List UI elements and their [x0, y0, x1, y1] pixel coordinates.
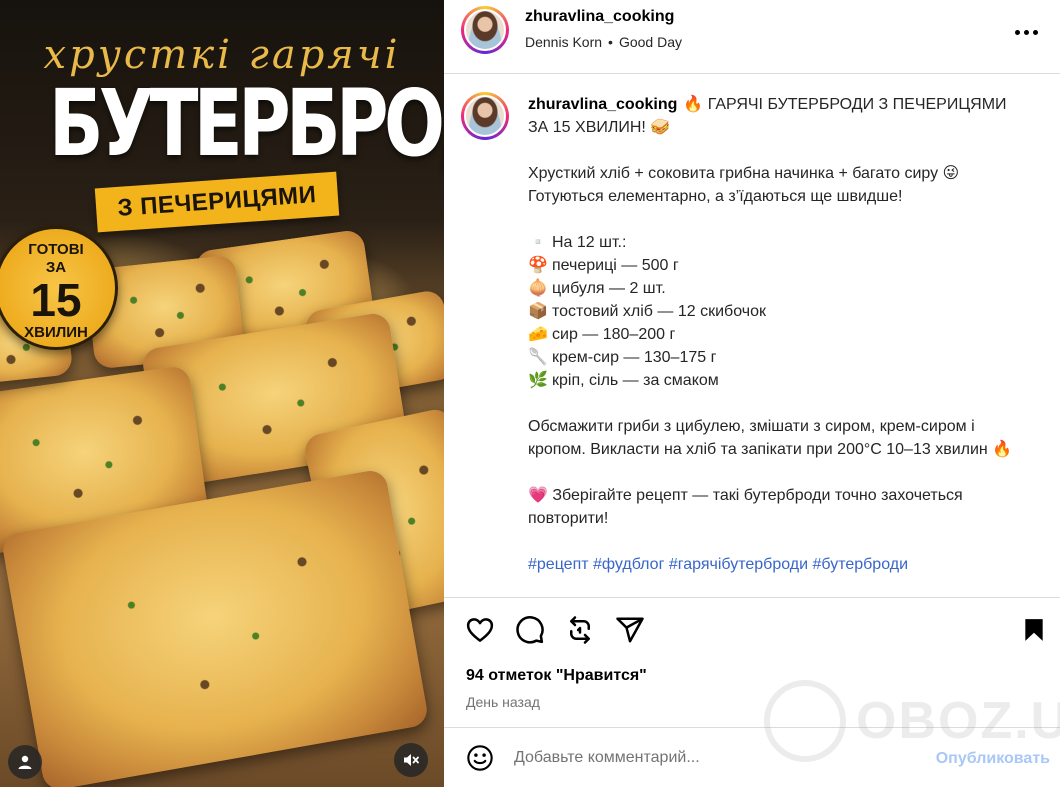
comment-icon[interactable] [515, 615, 545, 645]
caption-text: zhuravlina_cooking 🔥 ГАРЯЧІ БУТЕРБРОДИ З … [528, 93, 1028, 576]
mute-button[interactable] [394, 743, 428, 777]
caption-area: zhuravlina_cooking 🔥 ГАРЯЧІ БУТЕРБРОДИ З … [444, 74, 1060, 598]
heart-icon[interactable] [465, 615, 495, 645]
avatar[interactable] [461, 6, 509, 54]
box-icon: 📦 [528, 303, 548, 320]
ingredient-line: 🍄 печериці — 500 г [528, 254, 1028, 277]
ingredient-line: 🥄 крем-сир — 130–175 г [528, 346, 1028, 369]
avatar[interactable] [461, 92, 509, 140]
hashtags[interactable]: #рецепт #фудблог #гарячібутерброди #буте… [528, 553, 1028, 576]
badge-line3: ХВИЛИН [24, 324, 88, 341]
action-bar [444, 610, 1060, 650]
ingredient-line: 📦 тостовий хліб — 12 скибочок [528, 300, 1028, 323]
mushroom-icon: 🍄 [528, 257, 548, 274]
caption-intro-1: Хрусткий хліб + соковита грибна начинка … [528, 165, 960, 182]
post-header: zhuravlina_cooking Dennis Korn • Good Da… [444, 0, 1060, 74]
bookmark-icon[interactable] [1021, 615, 1047, 645]
audio-separator: • [608, 34, 613, 50]
bullet-icon: ▫️ [528, 234, 548, 251]
comment-bar: Опубликовать [444, 728, 1060, 787]
tagged-users-button[interactable] [8, 745, 42, 779]
badge-line1: ГОТОВІ [28, 241, 84, 258]
caption-username[interactable]: zhuravlina_cooking [528, 96, 677, 113]
caption-intro-2: Готуються елементарно, а з’їдаються ще ш… [528, 188, 903, 205]
share-icon[interactable] [615, 615, 645, 645]
comment-input[interactable] [514, 746, 874, 770]
ingredient-line: ▫️ На 12 шт.: [528, 231, 1028, 254]
post-image[interactable]: хрусткі гарячі БУТЕРБРОДИ З ПЕЧЕРИЦЯМИ Г… [0, 0, 444, 787]
audio-track[interactable]: Good Day [619, 34, 682, 50]
muted-speaker-icon [404, 754, 419, 766]
repost-icon[interactable] [565, 615, 595, 645]
ingredient-line: 🧅 цибуля — 2 шт. [528, 277, 1028, 300]
onion-icon: 🧅 [528, 280, 548, 297]
likes-count[interactable]: 94 отметок "Нравится" [466, 667, 647, 685]
publish-button[interactable]: Опубликовать [936, 750, 1050, 768]
image-ribbon: З ПЕЧЕРИЦЯМИ [94, 171, 340, 233]
post-panel: zhuravlina_cooking Dennis Korn • Good Da… [444, 0, 1060, 787]
badge-number: 15 [30, 274, 82, 326]
user-icon [18, 755, 32, 769]
emoji-icon[interactable] [466, 744, 494, 772]
cheese-icon: 🧀 [528, 326, 548, 343]
herb-icon: 🌿 [528, 372, 548, 389]
ingredient-line: 🌿 кріп, сіль — за смаком [528, 369, 1028, 392]
header-username[interactable]: zhuravlina_cooking [525, 8, 674, 26]
audio-artist[interactable]: Dennis Korn [525, 34, 602, 50]
post-time[interactable]: День назад [466, 694, 540, 710]
spoon-icon: 🥄 [528, 349, 548, 366]
ingredient-line: 🧀 сир — 180–200 г [528, 323, 1028, 346]
caption-outro: 💗 Зберігайте рецепт — такі бутерброди то… [528, 487, 963, 527]
caption-method: Обсмажити гриби з цибулею, змішати з сир… [528, 418, 1013, 458]
audio-info[interactable]: Dennis Korn • Good Day [525, 34, 682, 50]
more-options-icon[interactable] [1012, 20, 1040, 44]
badge-line2: ЗА [45, 259, 67, 276]
image-title: БУТЕРБРОДИ [48, 70, 444, 177]
